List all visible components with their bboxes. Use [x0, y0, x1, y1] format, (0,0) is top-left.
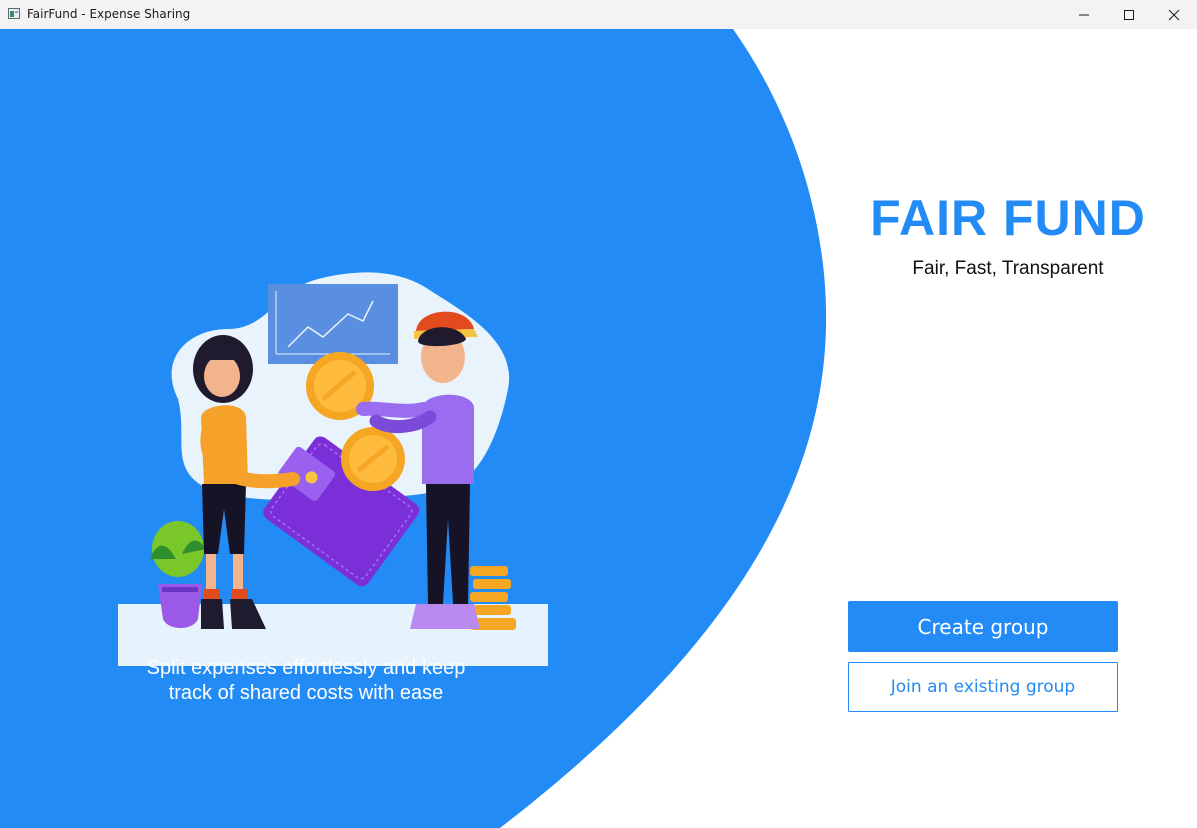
minimize-icon	[1079, 14, 1089, 15]
hero-tagline-line-2: track of shared costs with ease	[168, 682, 444, 704]
app-window-icon	[8, 8, 20, 19]
hero-illustration	[118, 272, 548, 666]
window-title: FairFund - Expense Sharing	[27, 7, 191, 21]
maximize-icon	[1124, 9, 1134, 20]
main-content: Split expenses effortlessly and keep tra…	[0, 29, 1197, 828]
hero-tagline-line-1: Split expenses effortlessly and keep	[146, 657, 466, 679]
hero-tagline: Split expenses effortlessly and keep tra…	[106, 656, 506, 706]
brand-title: FAIR FUND	[870, 190, 1146, 246]
close-icon	[1168, 9, 1180, 20]
brand-tagline: Fair, Fast, Transparent	[912, 258, 1104, 279]
create-group-button[interactable]: Create group	[848, 601, 1118, 652]
close-button[interactable]	[1151, 0, 1197, 29]
window-titlebar: FairFund - Expense Sharing	[0, 0, 1197, 29]
minimize-button[interactable]	[1061, 0, 1107, 29]
join-group-button[interactable]: Join an existing group	[848, 662, 1118, 712]
maximize-button[interactable]	[1106, 0, 1152, 29]
